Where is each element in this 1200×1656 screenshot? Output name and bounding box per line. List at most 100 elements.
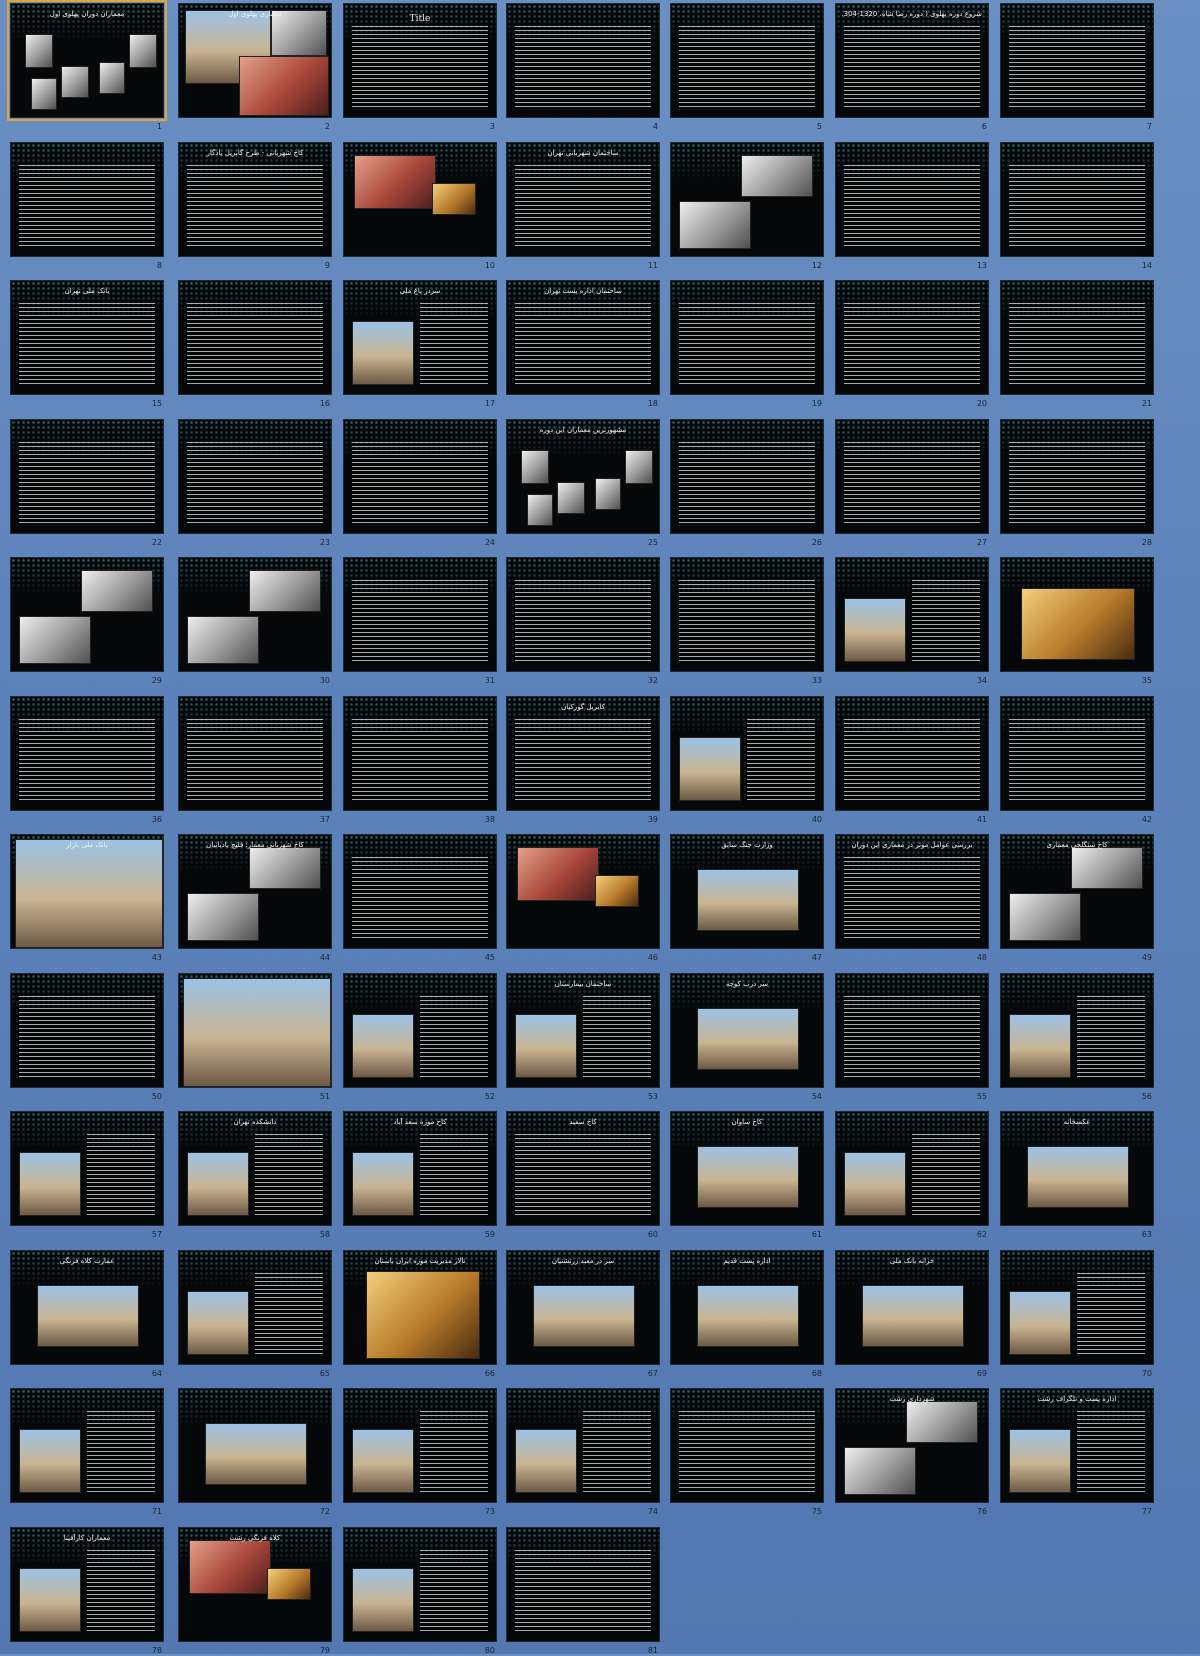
slide-thumbnail[interactable]: عکسخانه bbox=[1000, 1111, 1154, 1226]
slide-photo bbox=[557, 482, 585, 514]
slide-thumbnail[interactable] bbox=[343, 834, 497, 949]
slide-thumbnail[interactable] bbox=[835, 419, 989, 534]
slide-thumbnail[interactable] bbox=[178, 280, 332, 395]
slide-thumbnail-cell: شروع دوره پهلوی ( دوره رضا شاه، 1320-130… bbox=[835, 3, 989, 132]
slide-thumbnail[interactable] bbox=[1000, 142, 1154, 257]
slide-thumbnail[interactable]: عمارت کلاه فرنگی bbox=[10, 1250, 164, 1365]
slide-thumbnail[interactable] bbox=[343, 1527, 497, 1642]
slide-thumbnail[interactable]: اداره پست و تلگراف رشت bbox=[1000, 1388, 1154, 1503]
slide-body-text bbox=[844, 165, 980, 246]
slide-thumbnail[interactable] bbox=[1000, 696, 1154, 811]
slide-thumbnail[interactable] bbox=[10, 557, 164, 672]
slide-thumbnail[interactable]: مشهورترین معماران این دوره bbox=[506, 419, 660, 534]
slide-thumbnail[interactable]: شروع دوره پهلوی ( دوره رضا شاه، 1320-130… bbox=[835, 3, 989, 118]
slide-body-text bbox=[679, 580, 815, 661]
slide-thumbnail[interactable]: بررسی عوامل موثر در معماری این دوران bbox=[835, 834, 989, 949]
slide-thumbnail[interactable] bbox=[178, 557, 332, 672]
slide-thumbnail[interactable]: شهرداری رشت bbox=[835, 1388, 989, 1503]
slide-thumbnail[interactable] bbox=[10, 973, 164, 1088]
slide-thumbnail[interactable] bbox=[343, 557, 497, 672]
slide-thumbnail[interactable] bbox=[670, 3, 824, 118]
slide-thumbnail[interactable] bbox=[506, 1527, 660, 1642]
slide-thumbnail[interactable]: اداره پست قدیم bbox=[670, 1250, 824, 1365]
slide-thumbnail[interactable]: کاخ سنگلجی معماری bbox=[1000, 834, 1154, 949]
slide-number: 19 bbox=[811, 399, 822, 408]
slide-thumbnail[interactable] bbox=[835, 973, 989, 1088]
slide-thumbnail[interactable]: وزارت جنگ سابق bbox=[670, 834, 824, 949]
slide-thumbnail[interactable] bbox=[1000, 419, 1154, 534]
slide-thumbnail[interactable]: کاخ سفید bbox=[506, 1111, 660, 1226]
slide-thumbnail[interactable] bbox=[1000, 973, 1154, 1088]
slide-thumbnail[interactable]: معماری پهلوی اول bbox=[178, 3, 332, 118]
slide-body-text bbox=[87, 1550, 155, 1631]
slide-thumbnail[interactable]: سر در معبد زرتشتیان bbox=[506, 1250, 660, 1365]
slide-number: 55 bbox=[976, 1092, 987, 1101]
slide-title: شروع دوره پهلوی ( دوره رضا شاه، 1320-130… bbox=[842, 10, 982, 18]
slide-thumbnail[interactable] bbox=[506, 1388, 660, 1503]
slide-number: 59 bbox=[484, 1230, 495, 1239]
slide-thumbnail[interactable] bbox=[835, 557, 989, 672]
slide-thumbnail[interactable]: سر درب کوچه bbox=[670, 973, 824, 1088]
slide-thumbnail[interactable]: کاخ موزه سعد آباد bbox=[343, 1111, 497, 1226]
slide-thumbnail[interactable] bbox=[178, 419, 332, 534]
slide-thumbnail[interactable] bbox=[835, 280, 989, 395]
slide-thumbnail[interactable] bbox=[670, 280, 824, 395]
slide-body-text bbox=[187, 719, 323, 800]
slide-thumbnail[interactable]: دانشکده تهران bbox=[178, 1111, 332, 1226]
slide-photo bbox=[1009, 893, 1081, 941]
slide-thumbnail[interactable] bbox=[670, 1388, 824, 1503]
slide-thumbnail[interactable] bbox=[178, 973, 332, 1088]
slide-thumbnail[interactable] bbox=[10, 142, 164, 257]
slide-thumbnail[interactable] bbox=[178, 1388, 332, 1503]
slide-thumbnail[interactable]: ساختمان شهربانی تهران bbox=[506, 142, 660, 257]
slide-thumbnail[interactable]: کابریل گورکیان bbox=[506, 696, 660, 811]
slide-thumbnail[interactable] bbox=[506, 557, 660, 672]
slide-thumbnail[interactable] bbox=[1000, 557, 1154, 672]
slide-thumbnail[interactable] bbox=[835, 1111, 989, 1226]
slide-thumbnail[interactable] bbox=[506, 3, 660, 118]
slide-thumbnail[interactable]: کاخ شهربانی - طرح گابریل یادگار bbox=[178, 142, 332, 257]
slide-thumbnail[interactable] bbox=[343, 973, 497, 1088]
slide-thumbnail[interactable] bbox=[10, 1388, 164, 1503]
slide-thumbnail[interactable]: سردر باغ ملی bbox=[343, 280, 497, 395]
slide-thumbnail[interactable]: ساختمان اداره پست تهران bbox=[506, 280, 660, 395]
slide-thumbnail[interactable] bbox=[670, 696, 824, 811]
slide-thumbnail[interactable]: خزانه بانک ملی bbox=[835, 1250, 989, 1365]
slide-thumbnail[interactable]: کاخ شهربانی معمار: فلیچ یادبانیان bbox=[178, 834, 332, 949]
slide-thumbnail[interactable] bbox=[343, 696, 497, 811]
slide-thumbnail[interactable] bbox=[343, 419, 497, 534]
slide-thumbnail[interactable]: کلاه فرنگی رشت bbox=[178, 1527, 332, 1642]
slide-thumbnail[interactable] bbox=[670, 557, 824, 672]
slide-thumbnail[interactable] bbox=[343, 142, 497, 257]
slide-thumbnail[interactable] bbox=[670, 419, 824, 534]
slide-thumbnail[interactable]: ساختمان بیمارستان bbox=[506, 973, 660, 1088]
slide-thumbnail[interactable] bbox=[506, 834, 660, 949]
slide-thumbnail[interactable] bbox=[10, 696, 164, 811]
slide-thumbnail[interactable]: معماران کارآفینا bbox=[10, 1527, 164, 1642]
slide-thumbnail[interactable]: تالار مدیریت موزه ایران باستان bbox=[343, 1250, 497, 1365]
slide-number: 46 bbox=[647, 953, 658, 962]
slide-thumbnail[interactable]: بانک ملی تهران bbox=[10, 280, 164, 395]
slide-thumbnail[interactable] bbox=[1000, 1250, 1154, 1365]
slide-thumbnail[interactable] bbox=[835, 142, 989, 257]
slide-number: 13 bbox=[976, 261, 987, 270]
slide-thumbnail[interactable] bbox=[835, 696, 989, 811]
slide-thumbnail[interactable]: معماران دوران پهلوی اول bbox=[7, 0, 167, 121]
slide-thumbnail[interactable]: کاخ ساوان bbox=[670, 1111, 824, 1226]
slide-thumbnail[interactable] bbox=[10, 1111, 164, 1226]
slide-thumbnail-cell: بررسی عوامل موثر در معماری این دوران 48 bbox=[835, 834, 989, 963]
slide-body-text bbox=[679, 1411, 815, 1492]
slide-title: ساختمان اداره پست تهران bbox=[544, 287, 622, 295]
slide-thumbnail[interactable] bbox=[10, 419, 164, 534]
slide-thumbnail[interactable] bbox=[1000, 3, 1154, 118]
slide-photo bbox=[129, 34, 157, 68]
slide-thumbnail[interactable] bbox=[1000, 280, 1154, 395]
slide-thumbnail-cell: سر در معبد زرتشتیان 67 bbox=[506, 1250, 660, 1379]
slide-number: 34 bbox=[976, 676, 987, 685]
slide-thumbnail[interactable] bbox=[178, 696, 332, 811]
slide-thumbnail[interactable]: Title bbox=[343, 3, 497, 118]
slide-thumbnail[interactable]: بانک ملی بازار bbox=[10, 834, 164, 949]
slide-thumbnail[interactable] bbox=[670, 142, 824, 257]
slide-thumbnail[interactable] bbox=[343, 1388, 497, 1503]
slide-thumbnail[interactable] bbox=[178, 1250, 332, 1365]
